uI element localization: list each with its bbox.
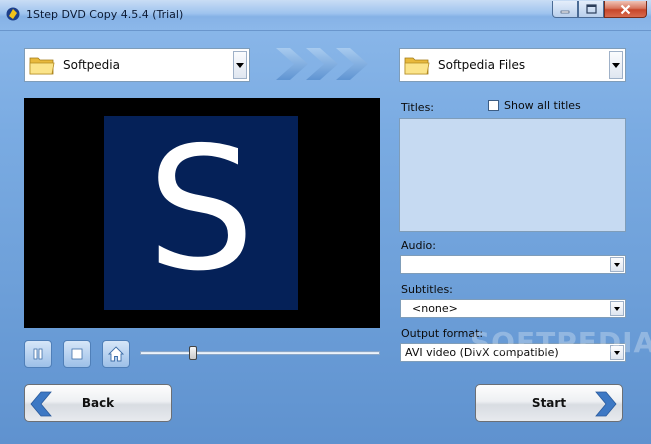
folder-icon bbox=[29, 57, 55, 75]
source-dropdown[interactable]: Softpedia bbox=[24, 48, 250, 82]
destination-dropdown[interactable]: Softpedia Files bbox=[399, 48, 626, 82]
minimize-icon bbox=[560, 10, 570, 14]
window-controls bbox=[552, 1, 647, 20]
chevron-down-icon bbox=[612, 62, 620, 68]
start-button[interactable]: Start bbox=[475, 384, 623, 422]
subtitles-label: Subtitles: bbox=[401, 283, 453, 296]
folder-icon bbox=[404, 57, 430, 75]
source-dropdown-arrow[interactable] bbox=[233, 51, 247, 79]
stop-icon bbox=[71, 348, 83, 360]
titles-list[interactable] bbox=[399, 118, 626, 232]
chevron-down-icon bbox=[614, 262, 620, 267]
chevron-right-icon bbox=[595, 391, 617, 417]
maximize-button[interactable] bbox=[578, 1, 604, 18]
start-button-label: Start bbox=[531, 396, 567, 410]
titles-label: Titles: bbox=[401, 101, 435, 114]
app-logo-icon bbox=[6, 7, 20, 21]
close-icon bbox=[620, 4, 631, 14]
stop-button[interactable] bbox=[63, 340, 91, 368]
subtitles-select-value: <none> bbox=[412, 302, 458, 315]
video-preview: S bbox=[24, 98, 380, 328]
back-button[interactable]: Back bbox=[24, 384, 172, 422]
destination-dropdown-arrow[interactable] bbox=[609, 51, 623, 79]
home-icon bbox=[107, 346, 125, 362]
title-bar[interactable]: 1Step DVD Copy 4.5.4 (Trial) bbox=[0, 0, 651, 31]
chevron-left-icon bbox=[30, 391, 52, 417]
back-button-label: Back bbox=[81, 396, 115, 410]
destination-dropdown-value: Softpedia Files bbox=[438, 58, 526, 72]
preview-logo: S bbox=[104, 116, 298, 310]
audio-select-arrow[interactable] bbox=[610, 257, 624, 272]
playback-slider-track[interactable] bbox=[140, 351, 380, 355]
close-button[interactable] bbox=[604, 1, 647, 18]
subtitles-select[interactable]: <none> bbox=[400, 299, 626, 318]
pause-icon bbox=[33, 348, 43, 360]
chevron-down-icon bbox=[614, 306, 620, 311]
subtitles-select-arrow[interactable] bbox=[610, 301, 624, 316]
watermark: SOFTPEDIA bbox=[470, 326, 651, 359]
playback-slider-thumb[interactable] bbox=[189, 346, 197, 360]
show-all-titles-checkbox[interactable] bbox=[488, 100, 499, 111]
show-all-titles-label[interactable]: Show all titles bbox=[504, 99, 581, 112]
minimize-button[interactable] bbox=[552, 1, 578, 18]
audio-select[interactable] bbox=[400, 255, 626, 274]
chevron-down-icon bbox=[236, 62, 244, 68]
app-window: 1Step DVD Copy 4.5.4 (Trial) Softpedia S… bbox=[0, 0, 651, 444]
home-button[interactable] bbox=[102, 340, 130, 368]
window-title: 1Step DVD Copy 4.5.4 (Trial) bbox=[26, 8, 184, 21]
pause-button[interactable] bbox=[24, 340, 52, 368]
preview-logo-letter: S bbox=[147, 111, 255, 309]
source-dropdown-value: Softpedia bbox=[63, 58, 120, 72]
maximize-icon bbox=[585, 4, 597, 14]
audio-label: Audio: bbox=[401, 239, 436, 252]
transfer-arrows-icon bbox=[276, 48, 368, 80]
